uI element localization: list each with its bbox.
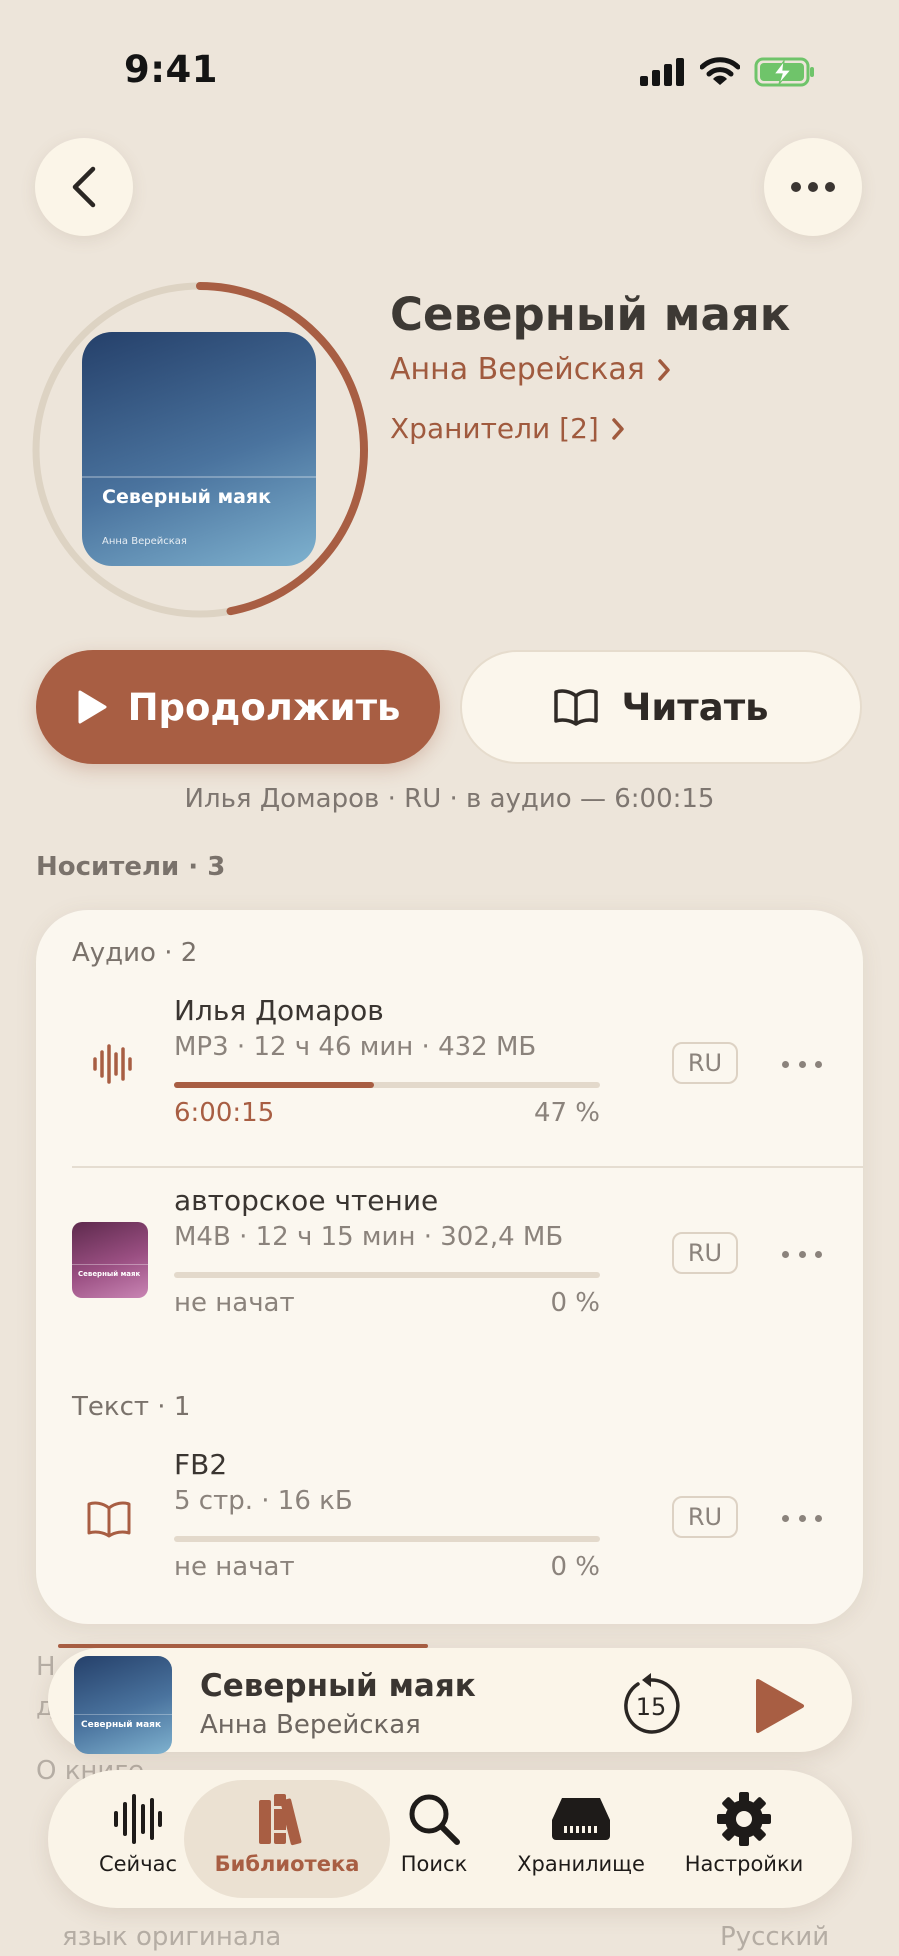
media-item-position: 6:00:15 [174,1098,275,1128]
original-language-value: Русский [720,1922,830,1952]
cover-title: Северный маяк [102,486,272,508]
media-item-thumbnail: Северный маяк [72,1222,148,1298]
back-button[interactable] [35,138,133,236]
skip-back-button[interactable]: 15 [618,1672,684,1738]
more-options-button[interactable] [764,138,862,236]
ellipsis-icon [791,182,835,192]
item-more-button[interactable] [782,1054,822,1074]
mini-cover-title: Северный маяк [81,1720,162,1730]
media-item-progress-track [174,1272,600,1278]
skip-back-15-icon: 15 [624,1673,680,1734]
language-badge: RU [672,1496,738,1538]
media-item-position: не начат [174,1552,295,1582]
play-icon [756,1679,804,1733]
tab-label: Библиотека [214,1852,360,1876]
read-button[interactable]: Читать [460,650,862,764]
media-divider [72,1166,863,1168]
tab-storage[interactable]: Хранилище [501,1792,661,1876]
media-item-percent: 47 % [533,1098,600,1128]
gear-icon [717,1792,771,1846]
tab-search[interactable]: Поиск [354,1792,514,1876]
text-group-label: Текст · 1 [72,1392,191,1422]
status-time: 9:41 [124,48,219,91]
narrator-summary: Илья Домаров · RU · в аудио — 6:00:15 [184,784,715,814]
mini-player-cover: Северный маяк [74,1656,172,1754]
thumbnail-title: Северный маяк [78,1270,141,1278]
tab-label: Настройки [684,1852,804,1876]
media-item-progress-fill [174,1082,375,1088]
cover-author: Анна Верейская [102,536,187,547]
media-item-text-fb2[interactable]: FB2 5 стр. · 16 кБ не начат 0 % RU [36,1444,863,1620]
media-item-position: не начат [174,1288,295,1318]
media-item-percent: 0 % [550,1288,600,1318]
media-section-title: Носители · 3 [36,852,226,882]
item-more-button[interactable] [782,1508,822,1528]
media-item-audio-m4b[interactable]: Северный маяк авторское чтение M4B · 12 … [36,1180,863,1356]
item-more-button[interactable] [782,1244,822,1264]
tab-library[interactable]: Библиотека [207,1792,367,1876]
media-item-audio-mp3[interactable]: Илья Домаров MP3 · 12 ч 46 мин · 432 МБ … [36,990,863,1166]
tab-now[interactable]: Сейчас [58,1792,218,1876]
open-book-icon [87,1501,131,1538]
waveform-icon [114,1794,162,1844]
continue-button[interactable]: Продолжить [36,650,440,764]
media-item-progress-track [174,1536,600,1542]
media-item-title: FB2 [174,1448,228,1481]
mini-play-button[interactable] [752,1676,808,1736]
media-item-percent: 0 % [550,1552,600,1582]
keepers-label: Хранители [2] [390,412,599,445]
language-badge: RU [672,1042,738,1084]
tab-label: Поиск [400,1852,468,1876]
chevron-right-icon [658,358,670,381]
chevron-left-icon [72,166,96,208]
skip-seconds: 15 [636,1693,667,1721]
media-item-title: авторское чтение [174,1184,439,1217]
read-label: Читать [621,685,769,729]
chevron-right-icon [612,417,624,440]
books-icon [259,1794,302,1846]
media-item-title: Илья Домаров [174,994,384,1027]
author-link[interactable]: Анна Верейская [390,352,671,387]
original-language-label: язык оригинала [62,1922,282,1952]
wifi-icon [700,57,740,85]
waveform-icon [93,1044,132,1084]
storage-icon [552,1798,610,1840]
audio-group-label: Аудио · 2 [72,938,198,968]
cellular-signal-icon [640,58,684,86]
play-icon [78,690,107,724]
media-item-progress-track [174,1082,600,1088]
keepers-link[interactable]: Хранители [2] [390,412,625,445]
tab-settings[interactable]: Настройки [664,1792,824,1876]
media-card: Аудио · 2 Илья Домаров MP3 · 12 ч 46 мин… [36,910,863,1624]
cover-divider [82,476,316,478]
tab-label: Хранилище [517,1852,645,1876]
author-name: Анна Верейская [390,352,645,387]
media-item-meta: MP3 · 12 ч 46 мин · 432 МБ [174,1032,537,1062]
mini-player-author: Анна Верейская [200,1710,421,1740]
media-item-meta: M4B · 12 ч 15 мин · 302,4 МБ [174,1222,564,1252]
media-item-meta: 5 стр. · 16 кБ [174,1486,353,1516]
search-icon [409,1794,460,1845]
battery-charging-icon [754,57,814,87]
continue-label: Продолжить [127,685,401,729]
mini-player-title: Северный маяк [200,1668,476,1704]
language-badge: RU [672,1232,738,1274]
book-cover: Северный маяк Анна Верейская [82,332,316,566]
open-book-icon [554,689,599,726]
tab-label: Сейчас [98,1852,178,1876]
status-icons [640,54,816,90]
book-title: Северный маяк [390,288,791,341]
